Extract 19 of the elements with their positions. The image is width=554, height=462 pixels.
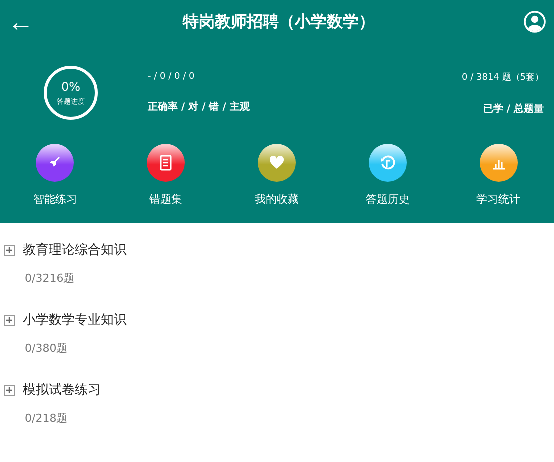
- stat-value: - / 0 / 0 / 0: [148, 72, 196, 82]
- feature-button[interactable]: 智能练习: [15, 144, 96, 207]
- feature-button[interactable]: 错题集: [126, 144, 206, 207]
- feature-button[interactable]: 我的收藏: [236, 144, 317, 207]
- question-count: 0/380题: [25, 341, 69, 356]
- question-count: 0/3216题: [25, 271, 76, 286]
- stat-label: 正确率 / 对 / 错 / 主观: [148, 100, 251, 114]
- back-button[interactable]: ←: [8, 9, 34, 35]
- page-title: 特岗教师招聘（小学数学）: [183, 12, 375, 32]
- feature-button[interactable]: 答题历史: [348, 144, 428, 207]
- question-count: 0/218题: [25, 411, 69, 426]
- category-row[interactable]: 小学数学专业知识: [4, 311, 127, 329]
- progress-percent: 0%: [61, 80, 81, 94]
- user-avatar-icon[interactable]: [524, 11, 546, 33]
- category-row[interactable]: 模拟试卷练习: [4, 381, 101, 399]
- stat-value: 0 / 3814 题（5套）: [462, 72, 544, 84]
- category-row[interactable]: 教育理论综合知识: [4, 241, 127, 259]
- feature-button[interactable]: 学习统计: [458, 144, 539, 207]
- stat-label: 已学 / 总题量: [483, 102, 544, 116]
